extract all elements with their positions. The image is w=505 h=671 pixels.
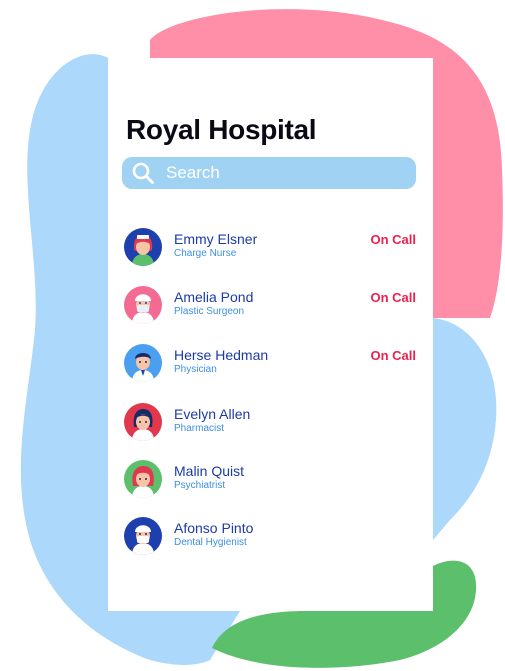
staff-name: Afonso Pinto [174, 520, 254, 536]
staff-role: Plastic Surgeon [174, 306, 245, 317]
list-item[interactable]: Malin Quist Psychiatrist [108, 458, 433, 504]
list-item[interactable]: Herse Hedman Physician On Call [108, 342, 433, 388]
staff-name: Amelia Pond [174, 289, 254, 305]
staff-name: Malin Quist [174, 463, 245, 479]
staff-role: Charge Nurse [174, 248, 237, 259]
search-bar[interactable] [122, 157, 416, 189]
psychiatrist-avatar [124, 460, 162, 498]
hygienist-avatar [124, 517, 162, 555]
staff-name: Emmy Elsner [174, 231, 258, 247]
staff-directory-card: Royal Hospital Emmy Elsner Charge Nurse [108, 58, 433, 611]
staff-role: Psychiatrist [174, 480, 226, 491]
staff-role: Physician [174, 364, 217, 375]
physician-avatar [124, 344, 162, 382]
blue-blob-right [433, 318, 497, 540]
status-badge: On Call [370, 290, 416, 305]
staff-name: Evelyn Allen [174, 406, 251, 422]
list-item[interactable]: Emmy Elsner Charge Nurse On Call [108, 226, 433, 272]
status-badge: On Call [370, 232, 416, 247]
search-input[interactable] [166, 161, 406, 185]
page-title: Royal Hospital [126, 114, 317, 145]
pharmacist-avatar [124, 403, 162, 441]
search-icon[interactable] [132, 162, 154, 184]
staff-role: Pharmacist [174, 423, 225, 434]
nurse-avatar [124, 228, 162, 266]
staff-role: Dental Hygienist [174, 537, 247, 548]
list-item[interactable]: Evelyn Allen Pharmacist [108, 401, 433, 447]
staff-name: Herse Hedman [174, 347, 269, 363]
list-item[interactable]: Amelia Pond Plastic Surgeon On Call [108, 284, 433, 330]
list-item[interactable]: Afonso Pinto Dental Hygienist [108, 515, 433, 561]
surgeon-avatar [124, 286, 162, 324]
status-badge: On Call [370, 348, 416, 363]
